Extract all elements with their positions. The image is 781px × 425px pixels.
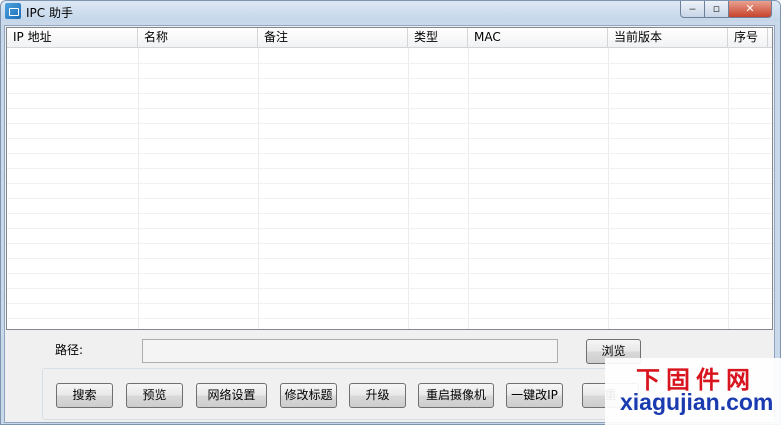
grid-line-horizontal: [7, 303, 772, 304]
grid-line-horizontal: [7, 93, 772, 94]
grid-line-horizontal: [7, 108, 772, 109]
path-input[interactable]: [142, 339, 558, 363]
column-header-mac[interactable]: MAC: [468, 28, 608, 47]
grid-line-horizontal: [7, 288, 772, 289]
minimize-button[interactable]: ‒: [680, 1, 705, 18]
column-header-version[interactable]: 当前版本: [608, 28, 728, 47]
grid-line-vertical: [728, 48, 729, 329]
path-label: 路径:: [55, 343, 84, 357]
close-button[interactable]: ✕: [728, 1, 772, 18]
grid-line-horizontal: [7, 78, 772, 79]
network-settings-button[interactable]: 网络设置: [196, 383, 267, 408]
maximize-icon: ▫: [712, 2, 721, 15]
maximize-button[interactable]: ▫: [704, 1, 729, 18]
upgrade-button[interactable]: 升级: [349, 383, 406, 408]
app-icon: [5, 3, 21, 19]
grid-line-vertical: [138, 48, 139, 329]
window-title: IPC 助手: [26, 6, 73, 20]
column-header-ip[interactable]: IP 地址: [7, 28, 138, 47]
column-header-type[interactable]: 类型: [408, 28, 468, 47]
grid-line-horizontal: [7, 318, 772, 319]
grid-line-horizontal: [7, 168, 772, 169]
column-header-remark[interactable]: 备注: [258, 28, 408, 47]
grid-line-horizontal: [7, 183, 772, 184]
device-list[interactable]: IP 地址 名称 备注 类型 MAC 当前版本 序号: [6, 27, 773, 330]
title-bar[interactable]: IPC 助手 ‒ ▫ ✕: [1, 1, 780, 21]
grid-line-vertical: [468, 48, 469, 329]
grid-line-vertical: [258, 48, 259, 329]
column-header-index[interactable]: 序号: [728, 28, 768, 47]
grid-line-horizontal: [7, 273, 772, 274]
grid-line-horizontal: [7, 258, 772, 259]
grid-line-horizontal: [7, 228, 772, 229]
column-header-name[interactable]: 名称: [138, 28, 258, 47]
search-button[interactable]: 搜索: [56, 383, 113, 408]
grid-line-horizontal: [7, 138, 772, 139]
close-icon: ✕: [745, 2, 755, 15]
grid-line-horizontal: [7, 123, 772, 124]
grid-line-horizontal: [7, 213, 772, 214]
edit-title-button[interactable]: 修改标题: [280, 383, 337, 408]
grid-line-horizontal: [7, 153, 772, 154]
preview-button[interactable]: 预览: [126, 383, 183, 408]
one-click-change-ip-button[interactable]: 一键改IP: [506, 383, 563, 408]
grid-line-horizontal: [7, 198, 772, 199]
reboot-camera-button[interactable]: 重启摄像机: [418, 383, 494, 408]
grid-line-horizontal: [7, 243, 772, 244]
minimize-icon: ‒: [689, 2, 696, 15]
grid-line-horizontal: [7, 63, 772, 64]
watermark-en: xiagujian.com: [620, 389, 774, 415]
list-header: IP 地址 名称 备注 类型 MAC 当前版本 序号: [7, 28, 772, 48]
grid-line-vertical: [608, 48, 609, 329]
grid-line-vertical: [408, 48, 409, 329]
